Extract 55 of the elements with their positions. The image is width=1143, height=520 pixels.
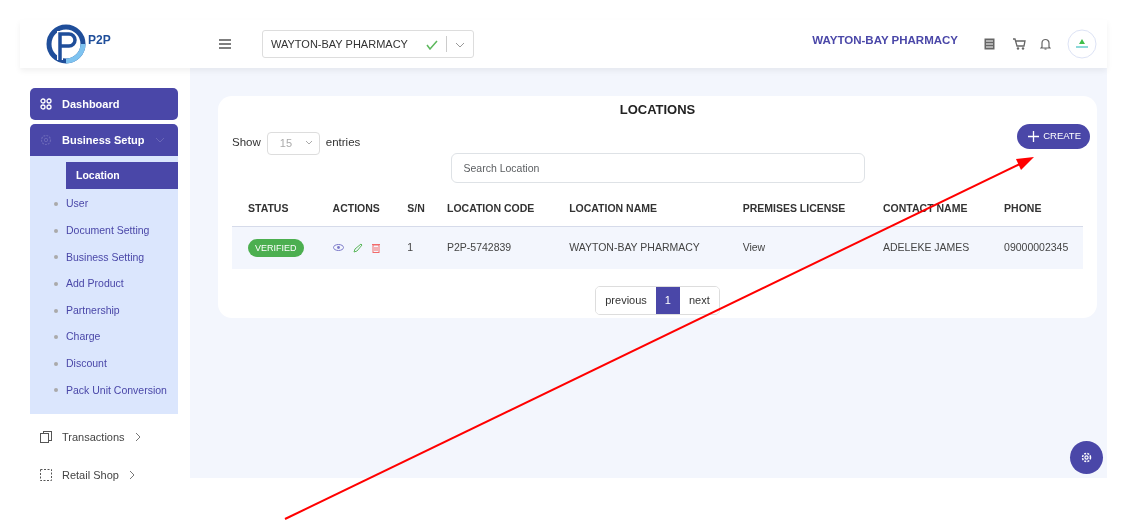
- trash-icon[interactable]: [371, 242, 380, 253]
- chevron-right-icon: [128, 469, 135, 480]
- pencil-icon[interactable]: [352, 242, 363, 253]
- grid-icon: [40, 98, 52, 110]
- column-header: STATUS: [232, 192, 317, 227]
- location-name: WAYTON-BAY PHARMACY: [569, 241, 700, 254]
- plus-icon: [1028, 130, 1040, 142]
- bell-icon[interactable]: [1040, 38, 1051, 50]
- status-badge: VERIFIED: [248, 239, 304, 258]
- submenu-item[interactable]: Partnership: [30, 297, 178, 324]
- logo-text: P2P: [88, 32, 111, 49]
- sidebar-item[interactable]: Dashboard: [30, 88, 178, 120]
- submenu-item[interactable]: Pack Unit Conversion: [30, 377, 178, 404]
- column-header: ACTIONS: [316, 192, 392, 227]
- submenu-item[interactable]: Location: [66, 162, 178, 189]
- phone-number: 09000002345: [1004, 241, 1069, 254]
- copy-icon: [40, 430, 52, 443]
- chevron-down-icon: [154, 137, 165, 143]
- chevron-down-icon: [454, 41, 465, 48]
- column-header: S/N: [391, 192, 431, 227]
- eye-icon[interactable]: [332, 244, 344, 252]
- show-label: Show: [232, 135, 261, 151]
- settings-icon: [1080, 451, 1093, 464]
- menu-icon[interactable]: [218, 38, 232, 50]
- create-button[interactable]: CREATE: [1017, 123, 1090, 149]
- column-header: LOCATION NAME: [553, 192, 727, 227]
- cart-icon[interactable]: [1013, 38, 1026, 50]
- store-name: WAYTON-BAY PHARMACY: [812, 33, 958, 49]
- submenu-item[interactable]: User: [30, 191, 178, 218]
- column-header: PREMISES LICENSE: [726, 192, 867, 227]
- submenu-item[interactable]: Charge: [30, 323, 178, 351]
- store-select[interactable]: WAYTON-BAY PHARMACY: [262, 30, 474, 58]
- sidebar-item[interactable]: Business Setup: [30, 124, 178, 156]
- submenu-item[interactable]: Discount: [30, 350, 178, 378]
- page-button[interactable]: 1: [655, 287, 680, 314]
- sidebar-item[interactable]: Transactions: [30, 419, 178, 454]
- contact-name: ADELEKE JAMES: [883, 241, 970, 254]
- gear-icon: [40, 134, 52, 146]
- license-link[interactable]: View: [742, 241, 766, 254]
- submenu-item[interactable]: Document Setting: [30, 217, 178, 245]
- list-icon[interactable]: [984, 38, 995, 50]
- search-field[interactable]: Search Location: [450, 152, 865, 183]
- serial-number: 1: [407, 241, 414, 254]
- dashed-square-icon: [40, 468, 52, 481]
- column-header: LOCATION CODE: [431, 192, 554, 227]
- column-header: PHONE: [988, 192, 1083, 227]
- submenu-item[interactable]: Business Setting: [30, 244, 178, 271]
- chevron-down-icon: [304, 140, 313, 146]
- submenu-item[interactable]: Add Product: [30, 270, 178, 298]
- logo-icon: [46, 24, 86, 64]
- location-code: P2P-5742839: [447, 241, 512, 254]
- page-title: LOCATIONS: [618, 101, 697, 119]
- entries-label: entries: [325, 135, 361, 151]
- chevron-right-icon: [134, 431, 141, 442]
- sidebar-item[interactable]: Retail Shop: [30, 457, 178, 492]
